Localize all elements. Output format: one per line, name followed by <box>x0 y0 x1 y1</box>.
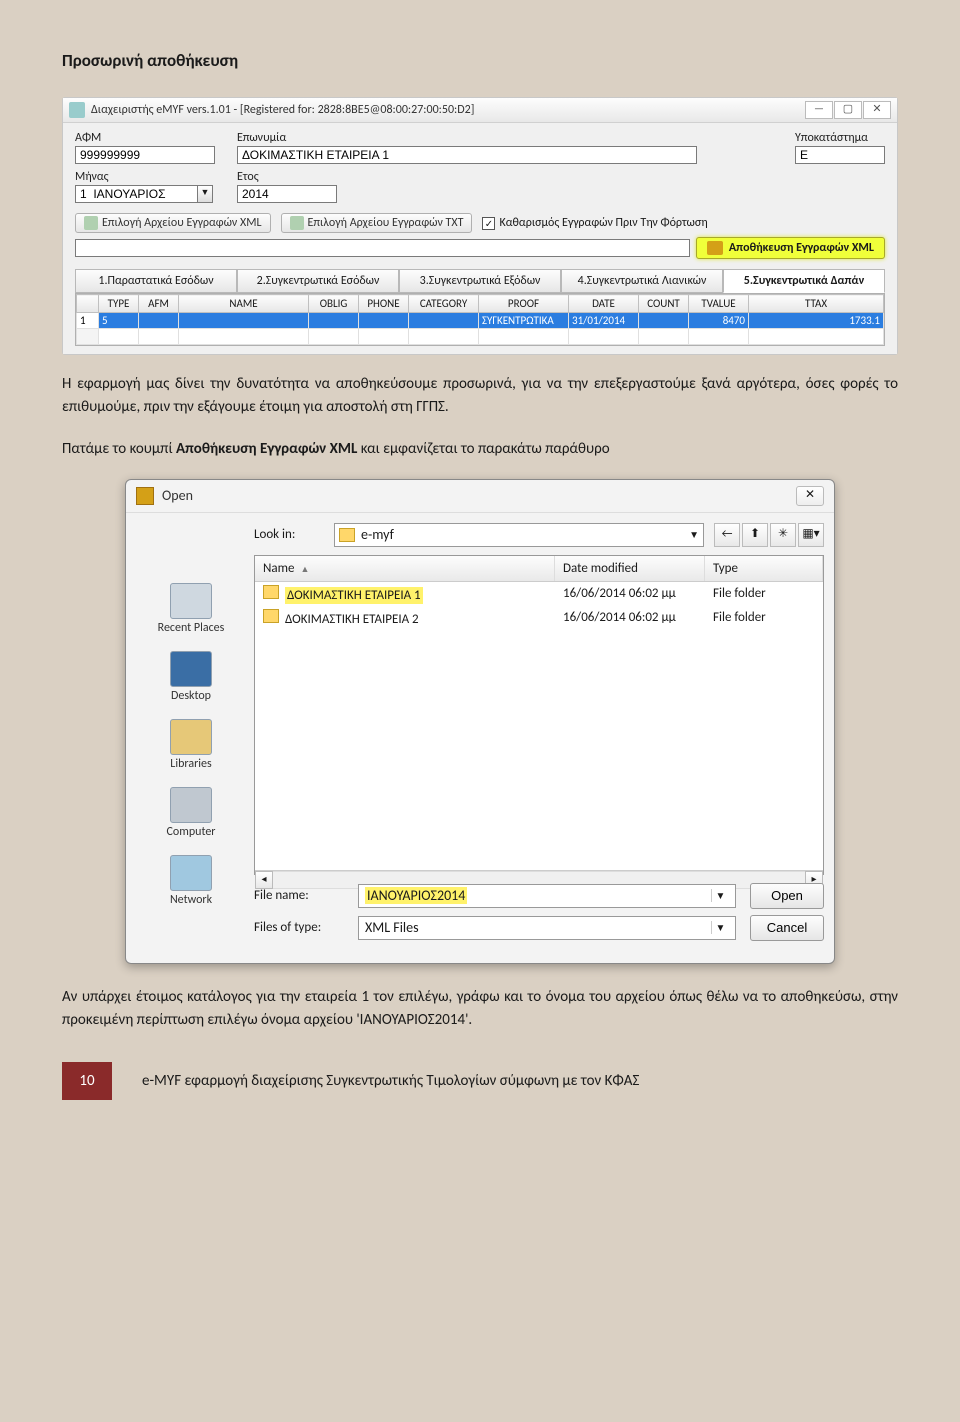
minas-input[interactable] <box>75 185 197 203</box>
col-type[interactable]: Type <box>705 556 823 581</box>
select-xml-button[interactable]: Επιλογή Αρχείου Εγγραφών XML <box>75 213 271 233</box>
list-item[interactable]: ΔΟΚΙΜΑΣΤΙΚΗ ΕΤΑΙΡΕΙΑ 116/06/2014 06:02 μ… <box>255 582 823 606</box>
cancel-button[interactable]: Cancel <box>750 915 824 941</box>
tab-4[interactable]: 4.Συγκεντρωτικά Λιανικών <box>561 269 723 293</box>
filetype-combo[interactable]: XML Files▼ <box>358 916 736 940</box>
afm-input[interactable] <box>75 146 215 164</box>
minimize-button[interactable]: — <box>805 101 833 119</box>
folder-icon <box>263 585 279 599</box>
clear-checkbox-wrap[interactable]: ✓ Καθαρισμός Εγγραφών Πριν Την Φόρτωση <box>482 216 707 230</box>
close-button[interactable]: ✕ <box>863 101 891 119</box>
app-icon <box>69 102 85 118</box>
folder-icon <box>136 487 154 505</box>
afm-label: ΑΦΜ <box>75 131 215 145</box>
select-txt-button[interactable]: Επιλογή Αρχείου Εγγραφών TXT <box>281 213 473 233</box>
doc-paragraph-2: Πατάμε το κουμπί Αποθήκευση Εγγραφών XML… <box>62 438 898 461</box>
places-bar: Recent Places Desktop Libraries Computer… <box>136 523 246 941</box>
col-ttax[interactable]: TTAX <box>749 295 884 313</box>
chevron-down-icon: ▼ <box>711 921 729 934</box>
place-desktop[interactable]: Desktop <box>170 651 212 703</box>
table-row[interactable] <box>77 329 884 345</box>
recent-places-icon <box>170 583 212 619</box>
filename-label: File name: <box>254 888 344 903</box>
col-proof[interactable]: PROOF <box>479 295 569 313</box>
file-path-input[interactable] <box>75 239 690 257</box>
desktop-icon <box>170 651 212 687</box>
scroll-left-button[interactable]: ◂ <box>255 871 273 889</box>
network-icon <box>170 855 212 891</box>
eponimia-label: Επωνυμία <box>237 131 773 145</box>
lookin-label: Look in: <box>254 527 324 542</box>
file-icon <box>290 216 304 230</box>
place-recent[interactable]: Recent Places <box>158 583 225 635</box>
app-window: Διαχειριστής eMYF vers.1.01 - [Registere… <box>62 97 898 355</box>
nav-view-button[interactable]: ▦▾ <box>798 523 824 547</box>
col-type[interactable]: TYPE <box>99 295 139 313</box>
sort-asc-icon: ▲ <box>300 564 309 575</box>
data-grid: TYPE AFM NAME OBLIG PHONE CATEGORY PROOF… <box>75 293 885 346</box>
col-name[interactable]: NAME <box>179 295 309 313</box>
ypok-input[interactable] <box>795 146 885 164</box>
col-name[interactable]: Name▲ <box>255 556 555 581</box>
col-tvalue[interactable]: TVALUE <box>689 295 749 313</box>
ypok-label: Υποκατάστημα <box>795 131 885 145</box>
col-phone[interactable]: PHONE <box>359 295 409 313</box>
filetype-label: Files of type: <box>254 920 344 935</box>
maximize-button[interactable]: ▢ <box>834 101 862 119</box>
save-xml-button[interactable]: Αποθήκευση Εγγραφών XML <box>696 237 885 259</box>
open-dialog: Open ✕ Recent Places Desktop Libraries C… <box>125 479 835 964</box>
tab-5[interactable]: 5.Συγκεντρωτικά Δαπάν <box>723 269 885 293</box>
tab-1[interactable]: 1.Παραστατικά Εσόδων <box>75 269 237 293</box>
etos-input[interactable] <box>237 185 337 203</box>
folder-icon <box>339 528 355 542</box>
window-title: Διαχειριστής eMYF vers.1.01 - [Registere… <box>91 103 805 117</box>
eponimia-input[interactable] <box>237 146 697 164</box>
minas-label: Μήνας <box>75 170 215 184</box>
table-row[interactable]: 1 5 ΣΥΓΚΕΝΤΡΩΤΙΚΑ 31/01/2014 8470 1733.1 <box>77 313 884 329</box>
file-list: Name▲ Date modified Type ΔΟΚΙΜΑΣΤΙΚΗ ΕΤΑ… <box>254 555 824 875</box>
filename-input[interactable]: ΙΑΝΟΥΑΡΙΟΣ2014▼ <box>358 884 736 908</box>
folder-icon <box>263 609 279 623</box>
place-libraries[interactable]: Libraries <box>170 719 212 771</box>
tab-3[interactable]: 3.Συγκεντρωτικά Εξόδων <box>399 269 561 293</box>
nav-back-button[interactable]: ← <box>714 523 740 547</box>
col-date[interactable]: DATE <box>569 295 639 313</box>
nav-up-button[interactable]: ⬆ <box>742 523 768 547</box>
col-date-modified[interactable]: Date modified <box>555 556 705 581</box>
nav-newfolder-button[interactable]: ✳ <box>770 523 796 547</box>
col-category[interactable]: CATEGORY <box>409 295 479 313</box>
dialog-title: Open <box>162 487 796 504</box>
open-button[interactable]: Open <box>750 883 824 909</box>
etos-label: Ετος <box>237 170 337 184</box>
minas-dropdown-button[interactable]: ▼ <box>197 185 213 203</box>
list-item[interactable]: ΔΟΚΙΜΑΣΤΙΚΗ ΕΤΑΙΡΕΙΑ 216/06/2014 06:02 μ… <box>255 606 823 630</box>
file-icon <box>84 216 98 230</box>
col-rownum[interactable] <box>77 295 99 313</box>
chevron-down-icon: ▼ <box>711 889 729 902</box>
doc-paragraph-3: Αν υπάρχει έτοιμος κατάλογος για την ετα… <box>62 986 898 1033</box>
tabs: 1.Παραστατικά Εσόδων 2.Συγκεντρωτικά Εσό… <box>75 269 885 293</box>
lookin-combo[interactable]: e-myf ▼ <box>334 523 704 547</box>
col-oblig[interactable]: OBLIG <box>309 295 359 313</box>
page-footer: 10 e-MYF εφαρμογή διαχείρισης Συγκεντρωτ… <box>62 1062 898 1100</box>
doc-paragraph-1: Η εφαρμογή μας δίνει την δυνατότητα να α… <box>62 373 898 420</box>
titlebar: Διαχειριστής eMYF vers.1.01 - [Registere… <box>63 98 897 123</box>
place-computer[interactable]: Computer <box>167 787 216 839</box>
checkbox-icon: ✓ <box>482 217 495 230</box>
dialog-close-button[interactable]: ✕ <box>796 486 824 506</box>
computer-icon <box>170 787 212 823</box>
place-network[interactable]: Network <box>170 855 212 907</box>
footer-text: e-MYF εφαρμογή διαχείρισης Συγκεντρωτική… <box>112 1062 898 1100</box>
col-count[interactable]: COUNT <box>639 295 689 313</box>
tab-2[interactable]: 2.Συγκεντρωτικά Εσόδων <box>237 269 399 293</box>
save-icon <box>707 241 723 255</box>
doc-heading: Προσωρινή αποθήκευση <box>62 50 898 71</box>
col-afm[interactable]: AFM <box>139 295 179 313</box>
libraries-icon <box>170 719 212 755</box>
page-number: 10 <box>62 1062 112 1100</box>
